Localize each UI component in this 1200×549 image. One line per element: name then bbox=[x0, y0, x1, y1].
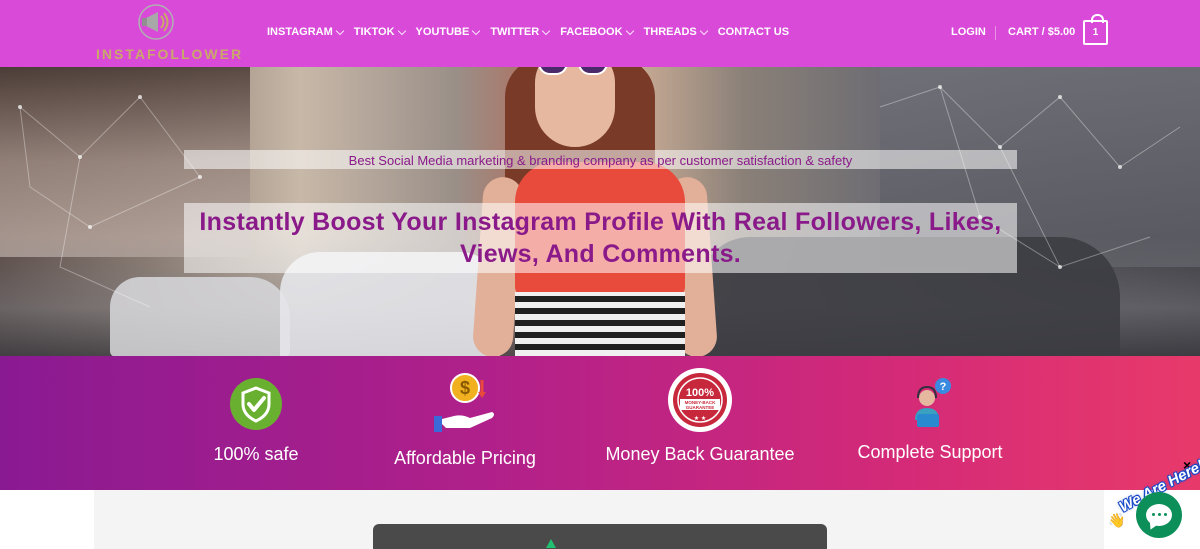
arrow-up-icon bbox=[546, 539, 556, 548]
logo-text: INSTAFOLLOWER bbox=[96, 46, 244, 62]
badge-guarantee: GUARANTEE bbox=[686, 405, 715, 410]
nav-label: TIKTOK bbox=[353, 26, 395, 38]
waving-hand-icon: 👋 bbox=[1108, 512, 1126, 528]
chevron-down-icon bbox=[625, 26, 634, 35]
site-logo[interactable]: INSTAFOLLOWER bbox=[96, 2, 241, 64]
page: INSTAFOLLOWER INSTAGRAM TIKTOK YOUTUBE T… bbox=[0, 0, 1200, 549]
site-header: INSTAFOLLOWER INSTAGRAM TIKTOK YOUTUBE T… bbox=[0, 0, 1200, 67]
nav-contact-us[interactable]: CONTACT US bbox=[718, 26, 789, 38]
nav-facebook[interactable]: FACEBOOK bbox=[560, 26, 634, 38]
support-agent-icon: ? bbox=[915, 378, 951, 427]
nav-label: INSTAGRAM bbox=[267, 26, 333, 38]
nav-label: CONTACT US bbox=[717, 26, 790, 38]
badge-percent: 100% bbox=[686, 387, 714, 399]
nav-threads[interactable]: THREADS bbox=[643, 26, 708, 38]
features-bar: 100% safe $ Affordable Pricing 100% MONE… bbox=[0, 356, 1200, 490]
nav-label: TWITTER bbox=[490, 26, 540, 38]
feature-label: Complete Support bbox=[857, 442, 1003, 462]
svg-text:?: ? bbox=[940, 381, 947, 393]
svg-text:★ ★: ★ ★ bbox=[694, 415, 706, 422]
nav-youtube[interactable]: YOUTUBE bbox=[415, 26, 481, 38]
cart-bag-icon[interactable]: 1 bbox=[1083, 14, 1108, 45]
chat-button[interactable] bbox=[1136, 492, 1182, 538]
hero-tagline: Best Social Media marketing & branding c… bbox=[348, 153, 853, 168]
cart-link[interactable]: CART / $5.00 bbox=[1008, 26, 1075, 38]
nav-tiktok[interactable]: TIKTOK bbox=[353, 26, 406, 38]
nav-twitter[interactable]: TWITTER bbox=[490, 26, 551, 38]
feature-label: 100% safe bbox=[213, 444, 299, 464]
nav-label: THREADS bbox=[643, 26, 697, 38]
guarantee-badge-icon: 100% MONEY-BACK GUARANTEE ★ ★ bbox=[668, 368, 732, 432]
chevron-down-icon bbox=[335, 26, 345, 35]
megaphone-icon bbox=[138, 4, 174, 40]
chevron-down-icon bbox=[541, 26, 551, 35]
feature-guarantee: 100% MONEY-BACK GUARANTEE ★ ★ Money Back… bbox=[600, 366, 800, 465]
headline-line-2: Views, And Comments. bbox=[459, 240, 742, 268]
chevron-down-icon bbox=[472, 26, 481, 35]
nav-label: YOUTUBE bbox=[415, 26, 470, 38]
feature-safe: 100% safe bbox=[196, 376, 316, 465]
feature-pricing: $ Affordable Pricing bbox=[385, 370, 545, 469]
headline-line-1: Instantly Boost Your Instagram Profile W… bbox=[199, 208, 1002, 236]
chevron-down-icon bbox=[397, 26, 406, 35]
hero-banner: Best Social Media marketing & branding c… bbox=[0, 67, 1200, 356]
chat-bubble-icon bbox=[1146, 504, 1172, 526]
hero-headline: Instantly Boost Your Instagram Profile W… bbox=[184, 206, 1017, 270]
nav-label: FACEBOOK bbox=[560, 26, 623, 38]
shield-check-icon bbox=[230, 378, 282, 430]
content-section bbox=[0, 490, 1200, 549]
feature-label: Money Back Guarantee bbox=[605, 444, 795, 464]
header-divider bbox=[995, 26, 996, 40]
svg-text:$: $ bbox=[460, 378, 470, 398]
chevron-down-icon bbox=[699, 26, 708, 35]
cart-count: 1 bbox=[1092, 27, 1099, 38]
feature-label: Affordable Pricing bbox=[394, 448, 536, 468]
main-nav: INSTAGRAM TIKTOK YOUTUBE TWITTER FACEBOO… bbox=[267, 26, 800, 38]
dollar-hand-icon: $ bbox=[434, 373, 494, 432]
feature-support: ? Complete Support bbox=[850, 376, 1010, 463]
content-card bbox=[373, 524, 827, 549]
login-link[interactable]: LOGIN bbox=[951, 26, 986, 38]
nav-instagram[interactable]: INSTAGRAM bbox=[267, 26, 345, 38]
